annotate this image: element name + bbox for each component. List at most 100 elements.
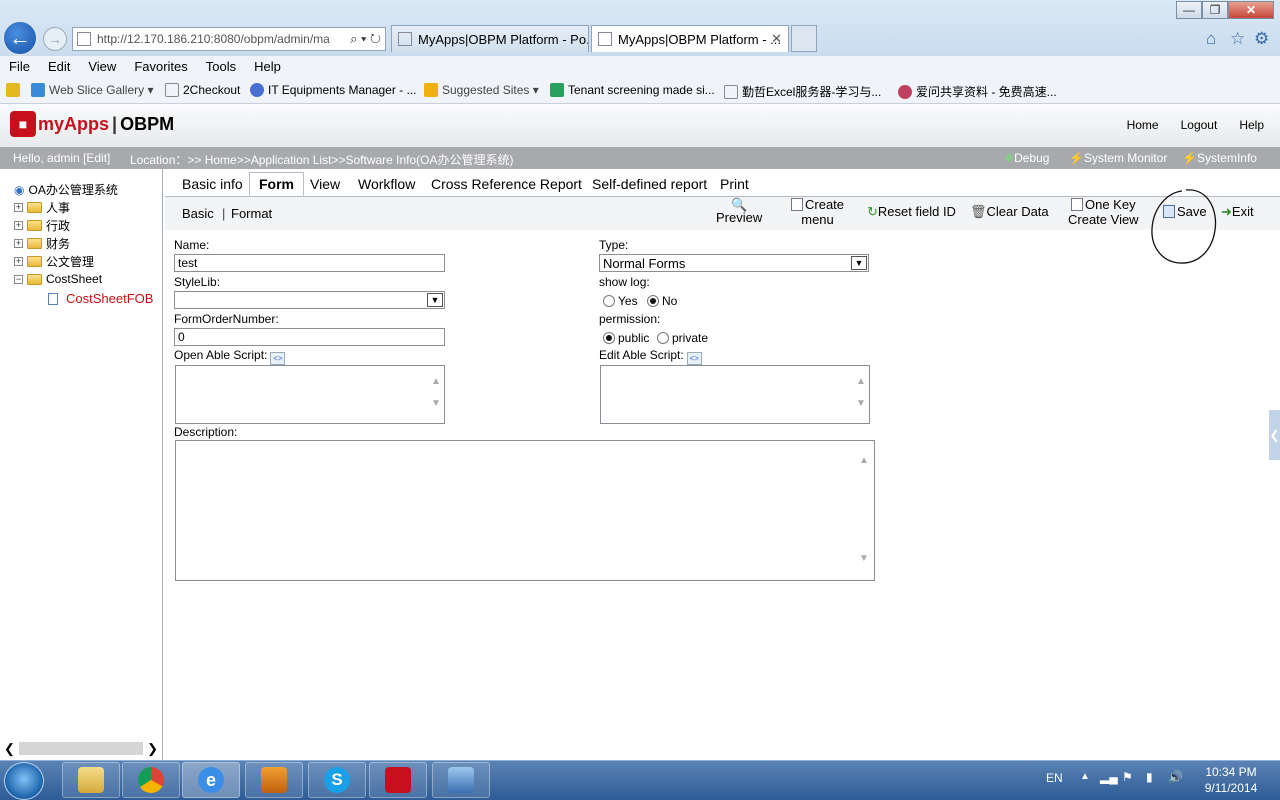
- volume-icon[interactable]: 🔊: [1168, 770, 1183, 784]
- tree-leaf-costsheetfob[interactable]: CostSheetFOB: [48, 291, 153, 306]
- taskbar-myapps[interactable]: [369, 762, 427, 798]
- script-editor-icon[interactable]: <>: [686, 352, 702, 365]
- taskbar-chrome[interactable]: [122, 762, 180, 798]
- radio-no: [647, 295, 659, 307]
- home-icon[interactable]: ⌂: [1206, 29, 1216, 49]
- tab-basic-info[interactable]: Basic info: [173, 172, 252, 196]
- tree-horizontal-scrollbar[interactable]: ❮ ❯: [4, 740, 158, 757]
- search-refresh-icon[interactable]: ⌕ ▾ ↻: [350, 31, 381, 47]
- favorite-it-equipments[interactable]: IT Equipments Manager - ...: [250, 83, 417, 97]
- description-textarea[interactable]: ▲ ▼: [175, 440, 875, 581]
- greeting[interactable]: Hello, admin [Edit]: [13, 151, 110, 165]
- start-button[interactable]: [4, 762, 44, 800]
- stylelib-select[interactable]: ▼: [174, 291, 445, 309]
- name-input[interactable]: test: [174, 254, 445, 272]
- address-text: http://12.170.186.210:8080/obpm/admin/ma: [97, 32, 330, 46]
- tab-form[interactable]: Form: [249, 172, 304, 196]
- menu-bar: File Edit View Favorites Tools Help: [0, 56, 1280, 77]
- menu-edit[interactable]: Edit: [39, 59, 79, 74]
- scroll-down-icon: ▼: [856, 398, 866, 409]
- subtab-format[interactable]: Format: [231, 206, 272, 221]
- permission-public[interactable]: public: [603, 331, 649, 345]
- radio-private: [657, 332, 669, 344]
- exit-button[interactable]: ➜Exit: [1221, 204, 1254, 219]
- action-center-flag-icon[interactable]: ⚑: [1122, 770, 1133, 784]
- system-monitor-link[interactable]: ⚡System Monitor: [1069, 151, 1167, 165]
- create-menu-button[interactable]: Create menu: [791, 197, 844, 227]
- show-log-yes[interactable]: Yes: [603, 294, 638, 308]
- maximize-button[interactable]: ❐: [1202, 1, 1228, 19]
- tab-print[interactable]: Print: [711, 172, 758, 196]
- type-select[interactable]: Normal Forms ▼: [599, 254, 869, 272]
- language-indicator[interactable]: EN: [1046, 771, 1063, 785]
- tab-cross-reference-report[interactable]: Cross Reference Report: [422, 172, 591, 196]
- clear-data-button[interactable]: 🗑Clear Data: [970, 204, 1049, 219]
- tree-folder-caiwu[interactable]: + 财务: [14, 235, 70, 252]
- show-hidden-icons-icon[interactable]: ▲: [1080, 771, 1090, 782]
- minimize-button[interactable]: —: [1176, 1, 1202, 19]
- favorite-suggested-sites[interactable]: Suggested Sites ▾: [424, 83, 539, 97]
- permission-private[interactable]: private: [657, 331, 708, 345]
- system-info-link[interactable]: ⚡SystemInfo: [1182, 151, 1257, 165]
- taskbar-remote-desktop[interactable]: [432, 762, 490, 798]
- favorite-tenant-screening[interactable]: Tenant screening made si...: [550, 83, 715, 97]
- tree-root[interactable]: ◉ OA办公管理系统: [14, 181, 118, 198]
- browser-tab-1[interactable]: MyApps|OBPM Platform - Po...: [391, 25, 589, 52]
- tab-self-defined-report[interactable]: Self-defined report: [583, 172, 716, 196]
- breadcrumb: Location：>> Home>>Application List>>Soft…: [130, 153, 514, 167]
- clock-date[interactable]: 9/11/2014: [1196, 781, 1266, 795]
- reset-field-id-button[interactable]: ↻Reset field ID: [867, 204, 956, 219]
- taskbar-ie[interactable]: e: [182, 762, 240, 798]
- tree-folder-xingzheng[interactable]: + 行政: [14, 217, 70, 234]
- one-key-create-view-button[interactable]: One Key Create View: [1068, 197, 1139, 227]
- tree-folder-gongwen[interactable]: + 公文管理: [14, 253, 94, 270]
- debug-link[interactable]: ✱Debug: [1004, 151, 1049, 165]
- menu-file[interactable]: File: [0, 59, 39, 74]
- new-tab-button[interactable]: [791, 25, 817, 52]
- edit-able-script-label: Edit Able Script: <>: [599, 348, 702, 365]
- open-able-script-textarea[interactable]: ▲ ▼: [175, 365, 445, 424]
- browser-tab-title: MyApps|OBPM Platform - ...: [618, 31, 782, 47]
- bug-icon: ✱: [1004, 151, 1015, 165]
- device-icon[interactable]: ▮: [1146, 770, 1153, 784]
- script-editor-icon[interactable]: <>: [270, 352, 286, 365]
- menu-view[interactable]: View: [79, 59, 125, 74]
- tree-folder-renshi[interactable]: + 人事: [14, 199, 70, 216]
- expand-icon: +: [14, 220, 23, 230]
- close-window-button[interactable]: ✕: [1228, 1, 1274, 19]
- tab-workflow[interactable]: Workflow: [349, 172, 424, 196]
- favorite-2checkout[interactable]: 2Checkout: [165, 83, 240, 97]
- taskbar-explorer[interactable]: [62, 762, 120, 798]
- tree-folder-costsheet[interactable]: − CostSheet: [14, 272, 102, 286]
- taskbar-skype[interactable]: S: [308, 762, 366, 798]
- network-icon[interactable]: ▂▄: [1100, 770, 1118, 784]
- close-tab-icon[interactable]: ✕: [771, 31, 782, 47]
- favorites-star-icon[interactable]: ☆: [1230, 29, 1245, 49]
- favorite-web-slice-gallery[interactable]: Web Slice Gallery ▾: [31, 83, 154, 97]
- home-link[interactable]: Home: [1127, 118, 1159, 132]
- menu-help[interactable]: Help: [245, 59, 290, 74]
- forward-button[interactable]: →: [43, 27, 67, 51]
- tab-view[interactable]: View: [301, 172, 349, 196]
- preview-button[interactable]: 🔍 Preview: [716, 197, 762, 225]
- trash-icon: 🗑: [970, 204, 987, 219]
- menu-tools[interactable]: Tools: [197, 59, 245, 74]
- collapse-panel-tab[interactable]: ❮: [1269, 410, 1280, 460]
- subtab-basic[interactable]: Basic: [182, 206, 214, 221]
- logout-link[interactable]: Logout: [1181, 118, 1218, 132]
- favorite-qinzhe-excel[interactable]: 勤哲Excel服务器-学习与...: [724, 83, 881, 100]
- collapse-icon: −: [14, 273, 23, 284]
- help-link[interactable]: Help: [1239, 118, 1264, 132]
- browser-tab-2[interactable]: MyApps|OBPM Platform - ... ✕: [591, 25, 789, 52]
- add-favorite-icon[interactable]: [6, 83, 24, 97]
- address-bar[interactable]: http://12.170.186.210:8080/obpm/admin/ma…: [72, 27, 386, 51]
- menu-favorites[interactable]: Favorites: [125, 59, 196, 74]
- favorite-iask[interactable]: 爱问共享资料 - 免费高速...: [898, 83, 1057, 100]
- order-number-input[interactable]: 0: [174, 328, 445, 346]
- taskbar-media[interactable]: [245, 762, 303, 798]
- edit-able-script-textarea[interactable]: ▲ ▼: [600, 365, 870, 424]
- back-button[interactable]: ←: [2, 20, 38, 56]
- show-log-no[interactable]: No: [647, 294, 677, 308]
- clock-time[interactable]: 10:34 PM: [1196, 765, 1266, 779]
- gear-icon[interactable]: ⚙: [1254, 29, 1269, 49]
